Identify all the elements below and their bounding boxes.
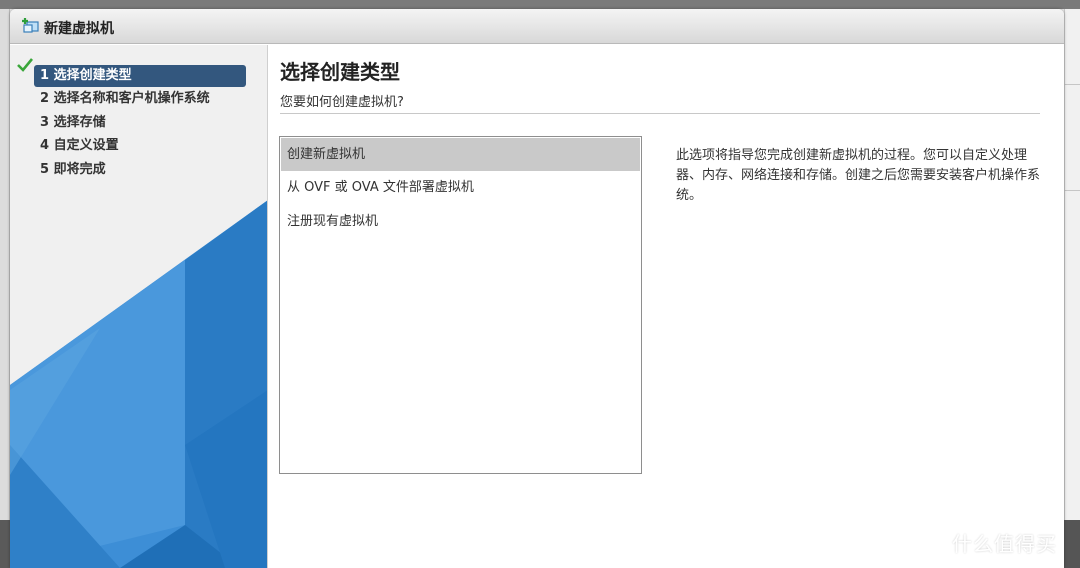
wizard-step-customize-settings[interactable]: 4 自定义设置 <box>34 135 246 157</box>
option-description: 此选项将指导您完成创建新虚拟机的过程。您可以自定义处理器、内存、网络连接和存储。… <box>676 148 1041 203</box>
background-divider <box>1064 190 1080 191</box>
option-deploy-ovf-ova[interactable]: 从 OVF 或 OVA 文件部署虚拟机 <box>281 171 640 204</box>
watermark-logo-icon <box>913 529 939 555</box>
background-right-strip <box>1064 9 1080 568</box>
wizard-step-ready-to-complete[interactable]: 5 即将完成 <box>34 159 246 181</box>
background-top-strip <box>0 0 1080 9</box>
page-title: 选择创建类型 <box>280 60 400 84</box>
background-left-strip <box>0 9 10 568</box>
new-vm-icon <box>22 18 39 33</box>
title-divider <box>280 113 1040 114</box>
wizard-step-name-guest-os[interactable]: 2 选择名称和客户机操作系统 <box>34 88 246 110</box>
background-divider <box>1064 84 1080 85</box>
option-register-existing-vm[interactable]: 注册现有虚拟机 <box>281 205 640 238</box>
page-subtitle: 您要如何创建虚拟机? <box>280 95 404 110</box>
creation-type-list[interactable]: 创建新虚拟机 从 OVF 或 OVA 文件部署虚拟机 注册现有虚拟机 <box>279 136 642 474</box>
background-left-dark <box>0 520 10 568</box>
dialog-title: 新建虚拟机 <box>44 21 114 37</box>
option-create-new-vm[interactable]: 创建新虚拟机 <box>281 138 640 171</box>
check-icon <box>17 58 33 72</box>
watermark-text: 什么值得买 <box>952 532 1057 556</box>
new-vm-wizard-dialog: 新建虚拟机 1 选择创建类型 2 选择名称和客户机操作系统 3 选择存储 4 自… <box>10 9 1064 568</box>
wizard-content: 选择创建类型 您要如何创建虚拟机? 创建新虚拟机 从 OVF 或 OVA 文件部… <box>268 45 1064 568</box>
wizard-step-select-storage[interactable]: 3 选择存储 <box>34 112 246 134</box>
dialog-titlebar[interactable]: 新建虚拟机 <box>10 9 1064 44</box>
wizard-step-select-type[interactable]: 1 选择创建类型 <box>34 65 246 87</box>
wizard-steps-sidebar: 1 选择创建类型 2 选择名称和客户机操作系统 3 选择存储 4 自定义设置 5… <box>10 45 268 568</box>
background-right-dark <box>1064 520 1080 568</box>
